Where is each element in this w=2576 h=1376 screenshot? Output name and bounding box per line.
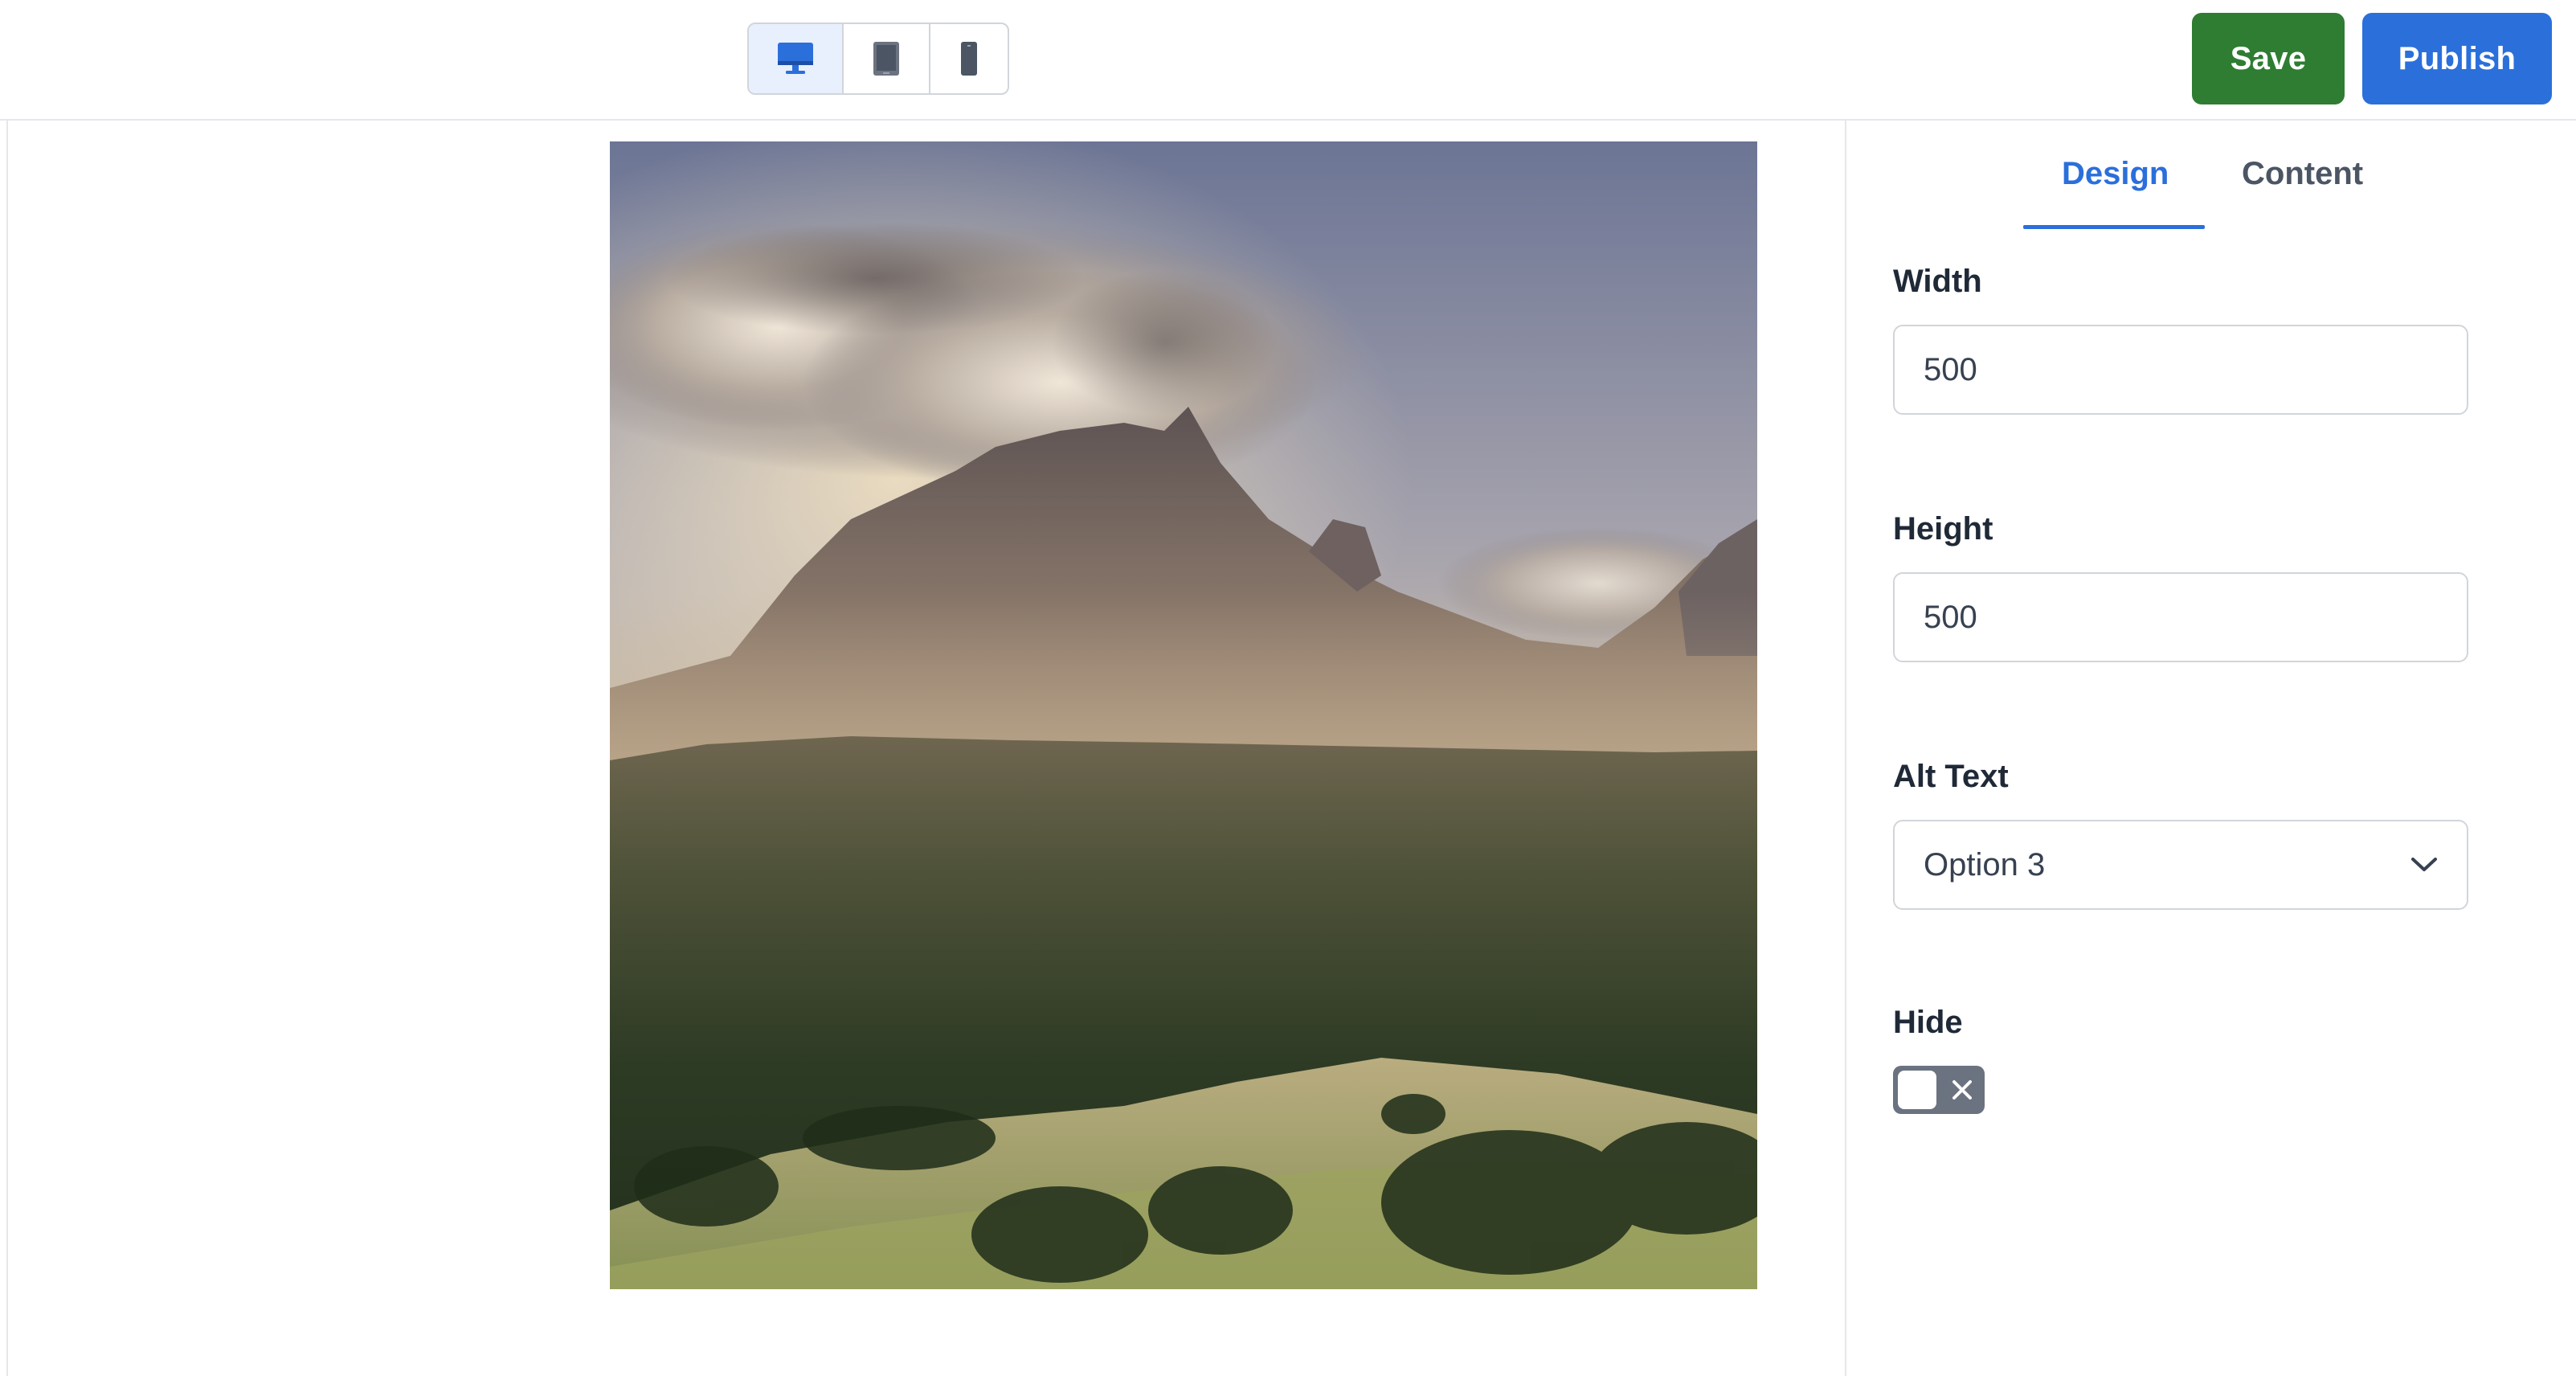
tab-content[interactable]: Content (2242, 156, 2363, 192)
alt-text-label: Alt Text (1893, 759, 2009, 794)
tablet-icon (873, 42, 899, 76)
height-label: Height (1893, 511, 1993, 547)
save-button[interactable]: Save (2192, 13, 2345, 104)
mountain-landscape-photo (610, 141, 1757, 1289)
mobile-icon (961, 42, 977, 76)
close-icon (1952, 1080, 1972, 1100)
hide-toggle[interactable] (1893, 1066, 1985, 1114)
height-input[interactable] (1893, 572, 2468, 662)
mobile-view-button[interactable] (930, 24, 1008, 93)
width-label: Width (1893, 264, 1982, 299)
hide-label: Hide (1893, 1005, 1963, 1040)
selected-image[interactable] (610, 141, 1757, 1289)
width-input[interactable] (1893, 325, 2468, 415)
active-tab-indicator (2023, 225, 2205, 229)
desktop-icon (778, 43, 813, 74)
tablet-view-button[interactable] (844, 24, 930, 93)
publish-button[interactable]: Publish (2362, 13, 2552, 104)
editor-canvas (8, 121, 1845, 1376)
tab-design[interactable]: Design (2062, 156, 2169, 192)
top-toolbar: Save Publish (0, 0, 2576, 121)
alt-text-select[interactable]: Option 3 (1893, 820, 2468, 910)
device-switcher (747, 23, 1009, 95)
alt-text-selected-value: Option 3 (1924, 846, 2046, 883)
desktop-view-button[interactable] (749, 24, 844, 93)
panel-tabs: Design Content (1846, 121, 2576, 235)
toggle-knob (1898, 1071, 1936, 1109)
properties-panel: Design Content Width Height Alt Text Opt… (1845, 121, 2576, 1376)
chevron-down-icon (2411, 858, 2437, 871)
